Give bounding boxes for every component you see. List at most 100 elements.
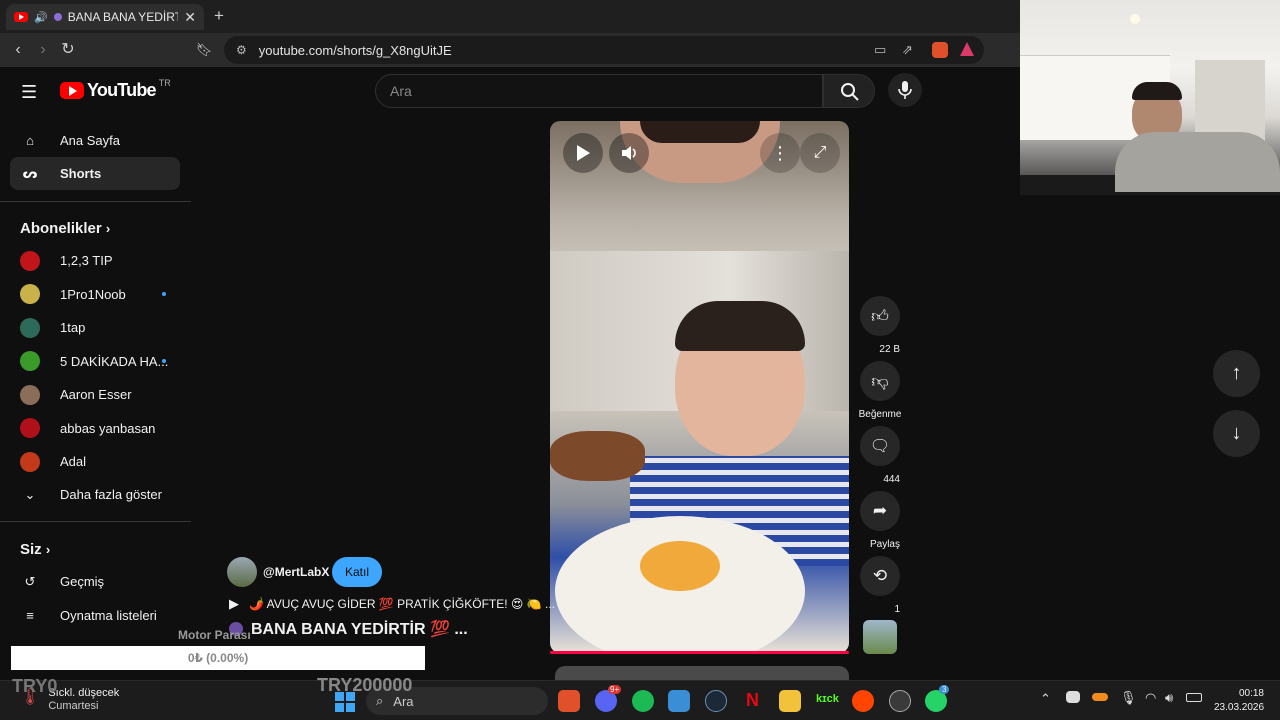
subscription-item[interactable]: 1,2,3 TIP: [10, 244, 180, 277]
short-video-player[interactable]: ⋮ ⤢: [550, 121, 849, 653]
remix-button[interactable]: ⟲: [860, 556, 900, 596]
sidebar-item-home[interactable]: ⌂ Ana Sayfa: [10, 124, 180, 157]
speaker-icon[interactable]: 🔊: [34, 11, 48, 24]
search-button[interactable]: [823, 74, 875, 108]
history-icon: ↺: [24, 573, 36, 589]
cloud-tray-icon[interactable]: [1092, 693, 1108, 701]
subscription-item[interactable]: 1tap: [10, 311, 180, 344]
try-left-label: TRY0: [12, 676, 58, 696]
remix-action[interactable]: ⟲ 1: [860, 556, 900, 615]
like-action[interactable]: 👍︎ 22 B: [860, 296, 900, 355]
channel-avatar: [20, 384, 40, 405]
kick-icon[interactable]: kɪck: [816, 693, 839, 705]
divider: [0, 201, 191, 202]
show-more-button[interactable]: ⌄ Daha fazla göster: [10, 478, 180, 511]
dislike-label: Beğenme: [858, 409, 902, 420]
clock[interactable]: 00:18 23.03.2026: [1214, 687, 1264, 715]
like-button[interactable]: 👍︎: [860, 296, 900, 336]
dislike-button[interactable]: 👎︎: [860, 361, 900, 401]
channel-avatar[interactable]: [227, 557, 257, 587]
subscription-item[interactable]: Aaron Esser: [10, 378, 180, 411]
dislike-action[interactable]: 👎︎ Beğenme: [858, 361, 902, 420]
back-icon[interactable]: ‹: [8, 40, 28, 60]
you-heading[interactable]: Siz ›: [20, 541, 50, 558]
fullscreen-button[interactable]: ⤢: [800, 133, 840, 173]
speaker-tray-icon[interactable]: 🔊︎: [1165, 690, 1173, 706]
netflix-icon[interactable]: N: [746, 690, 759, 711]
chevron-down-icon: ⌄: [24, 486, 36, 502]
channel-avatar: [20, 351, 40, 371]
short-description[interactable]: ▶ 🌶️ AVUÇ AVUÇ GİDER 💯 PRATİK ÇİĞKÖFTE! …: [229, 596, 555, 612]
next-short-button[interactable]: ↓: [1213, 410, 1260, 457]
sidebar-item-shorts[interactable]: ᔕ Shorts: [10, 157, 180, 190]
channel-avatar: [20, 250, 40, 271]
site-info-icon[interactable]: ⚙: [236, 43, 247, 57]
sound-thumbnail[interactable]: [863, 620, 897, 654]
cast-icon[interactable]: ▭: [874, 42, 886, 58]
close-tab-icon[interactable]: ✕: [184, 9, 196, 26]
menu-icon[interactable]: ☰: [21, 82, 37, 103]
tab-title: BANA BANA YEDİRTİR 💯: [67, 10, 179, 24]
voice-search-button[interactable]: [888, 73, 922, 107]
comments-button[interactable]: 🗨︎: [860, 426, 900, 466]
brave-rewards-icon[interactable]: [960, 42, 974, 56]
next-short-preview[interactable]: [555, 666, 849, 680]
share-label: Paylaş: [869, 539, 900, 550]
comment-count: 444: [883, 474, 900, 485]
share-button[interactable]: ➦: [860, 491, 900, 531]
previous-short-button[interactable]: ↑: [1213, 350, 1260, 397]
sidebar-item-playlists[interactable]: ≡ Oynatma listeleri: [10, 599, 180, 632]
share-page-icon[interactable]: ⇗: [902, 42, 913, 58]
comments-action[interactable]: 🗨︎ 444: [860, 426, 900, 485]
home-icon: ⌂: [26, 133, 34, 148]
battery-icon[interactable]: [1186, 693, 1202, 702]
reload-icon[interactable]: ↻: [58, 40, 78, 60]
spotify-icon[interactable]: [632, 690, 654, 712]
channel-avatar: [20, 418, 40, 438]
subscription-item[interactable]: Adal: [10, 445, 180, 478]
subscription-label: 1Pro1Noob: [60, 286, 126, 302]
discord-tray-icon[interactable]: [1066, 691, 1080, 703]
browser-tab[interactable]: 🔊 BANA BANA YEDİRTİR 💯 ✕: [6, 4, 204, 30]
like-count: 22 B: [879, 344, 900, 355]
reddit-icon[interactable]: [852, 690, 874, 712]
playlist-icon: ≡: [26, 608, 34, 623]
youtube-logo[interactable]: YouTube TR: [60, 78, 171, 101]
subscription-item[interactable]: 1Pro1Noob: [10, 278, 180, 311]
brave-browser-icon[interactable]: [558, 690, 580, 712]
fullscreen-icon: ⤢: [813, 144, 827, 161]
mute-button[interactable]: [609, 133, 649, 173]
chevron-up-icon[interactable]: ⌃: [1040, 691, 1051, 707]
subscription-item[interactable]: 5 DAKİKADA HA...: [10, 345, 180, 378]
subscription-label: Adal: [60, 454, 87, 469]
file-explorer-icon[interactable]: [779, 690, 801, 712]
share-icon: ➦: [872, 501, 888, 520]
share-action[interactable]: ➦ Paylaş: [860, 491, 900, 550]
address-bar[interactable]: ⚙ youtube.com/shorts/g_X8ngUitJE ▭ ⇗: [224, 36, 984, 64]
bookmark-icon[interactable]: 🔖︎: [194, 40, 214, 60]
video-progress-bar[interactable]: [550, 651, 849, 654]
channel-avatar: [20, 317, 40, 338]
obs-icon[interactable]: [889, 690, 911, 712]
subscription-label: 5 DAKİKADA HA...: [60, 353, 169, 369]
microphone-tray-icon[interactable]: 🎙︎: [1120, 690, 1137, 706]
channel-name[interactable]: @MertLabX: [263, 565, 329, 579]
search-icon: [841, 83, 859, 101]
new-tab-button[interactable]: +: [214, 6, 224, 26]
subscriptions-heading[interactable]: Abonelikler ›: [20, 220, 110, 237]
brave-shields-icon[interactable]: [932, 42, 948, 58]
steam-icon[interactable]: [705, 690, 727, 712]
chevron-right-icon: ›: [105, 221, 111, 236]
app-icon[interactable]: [668, 690, 690, 712]
more-options-button[interactable]: ⋮: [760, 133, 800, 173]
wifi-icon[interactable]: ◠: [1145, 690, 1156, 706]
search-input[interactable]: Ara: [375, 74, 823, 108]
join-button[interactable]: Katıl: [332, 557, 382, 587]
new-content-dot: [162, 292, 166, 296]
play-button[interactable]: [563, 133, 603, 173]
forward-icon[interactable]: ›: [33, 40, 53, 60]
whatsapp-badge: 3: [939, 685, 950, 694]
weather-title: Sıckl. düşecek: [48, 687, 120, 699]
subscription-item[interactable]: abbas yanbasan: [10, 412, 180, 445]
sidebar-item-history[interactable]: ↺ Geçmiş: [10, 565, 180, 598]
